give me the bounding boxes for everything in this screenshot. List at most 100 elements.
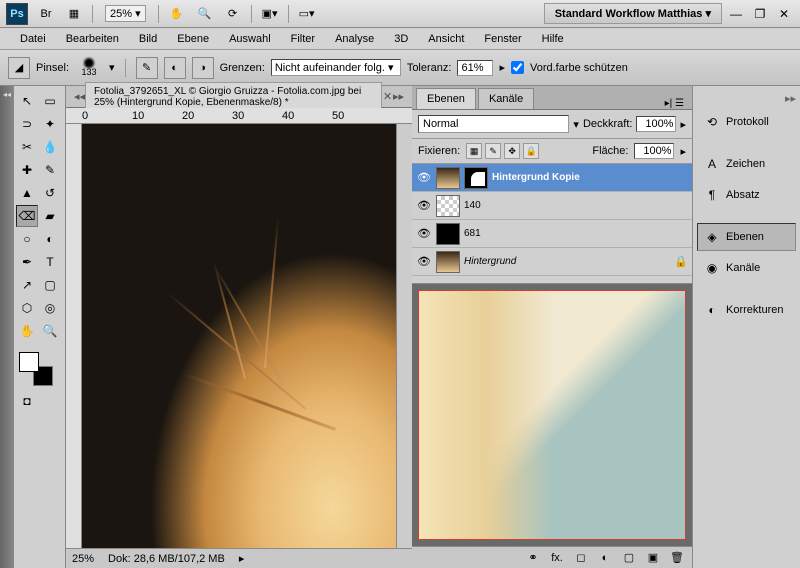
tab-kanaele[interactable]: Kanäle bbox=[478, 88, 534, 109]
marquee-tool[interactable]: ▭ bbox=[39, 90, 61, 112]
crop-tool[interactable]: ✂ bbox=[16, 136, 38, 158]
blend-mode-select[interactable]: Normal bbox=[418, 115, 569, 133]
visibility-icon[interactable]: 👁 bbox=[416, 226, 432, 242]
visibility-icon[interactable]: 👁 bbox=[416, 254, 432, 270]
sampling2-icon[interactable]: ◑ bbox=[192, 57, 214, 79]
layer-name[interactable]: 140 bbox=[464, 200, 688, 211]
dock-absatz[interactable]: ¶Absatz bbox=[697, 181, 796, 209]
wand-tool[interactable]: ✦ bbox=[39, 113, 61, 135]
hand-icon[interactable]: ✋ bbox=[165, 4, 189, 24]
document-tab[interactable]: Fotolia_3792651_XL © Giorgio Gruizza - F… bbox=[85, 82, 382, 112]
layer-name[interactable]: 681 bbox=[464, 228, 688, 239]
status-zoom[interactable]: 25% bbox=[72, 553, 94, 565]
canvas[interactable] bbox=[82, 124, 396, 548]
layer-row[interactable]: 👁 681 bbox=[412, 220, 692, 248]
link-icon[interactable]: ⚭ bbox=[524, 550, 542, 566]
minimize-button[interactable]: — bbox=[726, 5, 746, 23]
fill-field[interactable]: 100% bbox=[634, 143, 674, 159]
dock-collapse-icon[interactable]: ▸▸ bbox=[697, 92, 796, 105]
panel-menu-icon[interactable]: ▸| ☰ bbox=[661, 98, 688, 109]
history-brush-tool[interactable]: ↺ bbox=[39, 182, 61, 204]
adjustment-icon[interactable]: ◐ bbox=[596, 550, 614, 566]
zoom-select[interactable]: 25% ▾ bbox=[105, 5, 146, 22]
layer-thumb[interactable] bbox=[436, 195, 460, 217]
dock-ebenen[interactable]: ◈Ebenen bbox=[697, 223, 796, 251]
lasso-tool[interactable]: ⊃ bbox=[16, 113, 38, 135]
menu-fenster[interactable]: Fenster bbox=[474, 30, 531, 48]
hand-tool[interactable]: ✋ bbox=[16, 320, 38, 342]
menu-filter[interactable]: Filter bbox=[281, 30, 325, 48]
brush-panel-icon[interactable]: ✎ bbox=[136, 57, 158, 79]
trash-icon[interactable]: 🗑 bbox=[668, 550, 686, 566]
tab-close-icon[interactable]: ✕ bbox=[382, 90, 393, 103]
lock-transparency-icon[interactable]: ▦ bbox=[466, 143, 482, 159]
limits-select[interactable]: Nicht aufeinander folg. ▾ bbox=[271, 59, 401, 76]
scrollbar-vertical[interactable] bbox=[396, 124, 412, 548]
healing-tool[interactable]: ✚ bbox=[16, 159, 38, 181]
mask-icon[interactable]: ◻ bbox=[572, 550, 590, 566]
visibility-icon[interactable]: 👁 bbox=[416, 170, 432, 186]
zoom-icon[interactable]: 🔍 bbox=[193, 4, 217, 24]
3d-tool[interactable]: ⬡ bbox=[16, 297, 38, 319]
workspace-switcher[interactable]: Standard Workflow Matthias ▾ bbox=[544, 3, 722, 24]
lock-pixels-icon[interactable]: ✎ bbox=[485, 143, 501, 159]
lock-all-icon[interactable]: 🔒 bbox=[523, 143, 539, 159]
opacity-field[interactable]: 100% bbox=[636, 116, 676, 132]
dodge-tool[interactable]: ◐ bbox=[39, 228, 61, 250]
brush-preview[interactable]: 133 bbox=[75, 58, 103, 78]
quickmask-tool[interactable]: ◘ bbox=[16, 390, 38, 412]
tab-prev-icon[interactable]: ◂◂ bbox=[74, 90, 85, 103]
shape-tool[interactable]: ▢ bbox=[39, 274, 61, 296]
status-doc-info[interactable]: Dok: 28,6 MB/107,2 MB bbox=[108, 553, 225, 565]
arrange-icon[interactable]: ▣▾ bbox=[258, 4, 282, 24]
fx-icon[interactable]: fx. bbox=[548, 550, 566, 566]
move-tool[interactable]: ↖ bbox=[16, 90, 38, 112]
menu-ebene[interactable]: Ebene bbox=[167, 30, 219, 48]
dock-zeichen[interactable]: AZeichen bbox=[697, 150, 796, 178]
sampling-icon[interactable]: ◐ bbox=[164, 57, 186, 79]
tab-ebenen[interactable]: Ebenen bbox=[416, 88, 476, 109]
group-icon[interactable]: ▢ bbox=[620, 550, 638, 566]
close-button[interactable]: ✕ bbox=[774, 5, 794, 23]
tolerance-field[interactable]: 61% bbox=[457, 60, 493, 76]
bg-eraser-tool[interactable]: ⌫ bbox=[16, 205, 38, 227]
layer-thumb[interactable] bbox=[436, 223, 460, 245]
layer-row[interactable]: 👁 140 bbox=[412, 192, 692, 220]
stamp-tool[interactable]: ▲ bbox=[16, 182, 38, 204]
pen-tool[interactable]: ✒ bbox=[16, 251, 38, 273]
tab-next-icon[interactable]: ▸▸ bbox=[393, 90, 404, 103]
menu-datei[interactable]: Datei bbox=[10, 30, 56, 48]
eyedropper-tool[interactable]: 💧 bbox=[39, 136, 61, 158]
rotate-view-icon[interactable]: ⟳ bbox=[221, 4, 245, 24]
tool-preset-icon[interactable]: ◢ bbox=[8, 57, 30, 79]
protect-fg-checkbox[interactable] bbox=[511, 61, 524, 74]
layer-thumb[interactable] bbox=[436, 251, 460, 273]
layer-name[interactable]: Hintergrund bbox=[464, 256, 670, 267]
restore-button[interactable]: ❐ bbox=[750, 5, 770, 23]
menu-bearbeiten[interactable]: Bearbeiten bbox=[56, 30, 129, 48]
path-tool[interactable]: ↗ bbox=[16, 274, 38, 296]
menu-analyse[interactable]: Analyse bbox=[325, 30, 384, 48]
dock-protokoll[interactable]: ⟲Protokoll bbox=[697, 108, 796, 136]
left-collapse-bar[interactable]: ◂◂ bbox=[0, 86, 14, 568]
new-layer-icon[interactable]: ▣ bbox=[644, 550, 662, 566]
brush-tool[interactable]: ✎ bbox=[39, 159, 61, 181]
layer-thumb[interactable] bbox=[436, 167, 460, 189]
bridge-icon[interactable]: Br bbox=[34, 4, 58, 24]
menu-auswahl[interactable]: Auswahl bbox=[219, 30, 281, 48]
layer-row[interactable]: 👁 Hintergrund 🔒 bbox=[412, 248, 692, 276]
lock-position-icon[interactable]: ✥ bbox=[504, 143, 520, 159]
3d-camera-tool[interactable]: ◎ bbox=[39, 297, 61, 319]
type-tool[interactable]: T bbox=[39, 251, 61, 273]
dock-kanaele[interactable]: ◉Kanäle bbox=[697, 254, 796, 282]
dock-korrekturen[interactable]: ◐Korrekturen bbox=[697, 296, 796, 324]
menu-hilfe[interactable]: Hilfe bbox=[532, 30, 574, 48]
screen-mode-icon[interactable]: ▭▾ bbox=[295, 4, 319, 24]
mask-thumb[interactable] bbox=[464, 167, 488, 189]
fg-color-swatch[interactable] bbox=[19, 352, 39, 372]
layer-row[interactable]: 👁 Hintergrund Kopie bbox=[412, 164, 692, 192]
mini-bridge-icon[interactable]: ▦ bbox=[62, 4, 86, 24]
gradient-tool[interactable]: ▰ bbox=[39, 205, 61, 227]
color-swatches[interactable] bbox=[16, 349, 63, 389]
menu-ansicht[interactable]: Ansicht bbox=[418, 30, 474, 48]
